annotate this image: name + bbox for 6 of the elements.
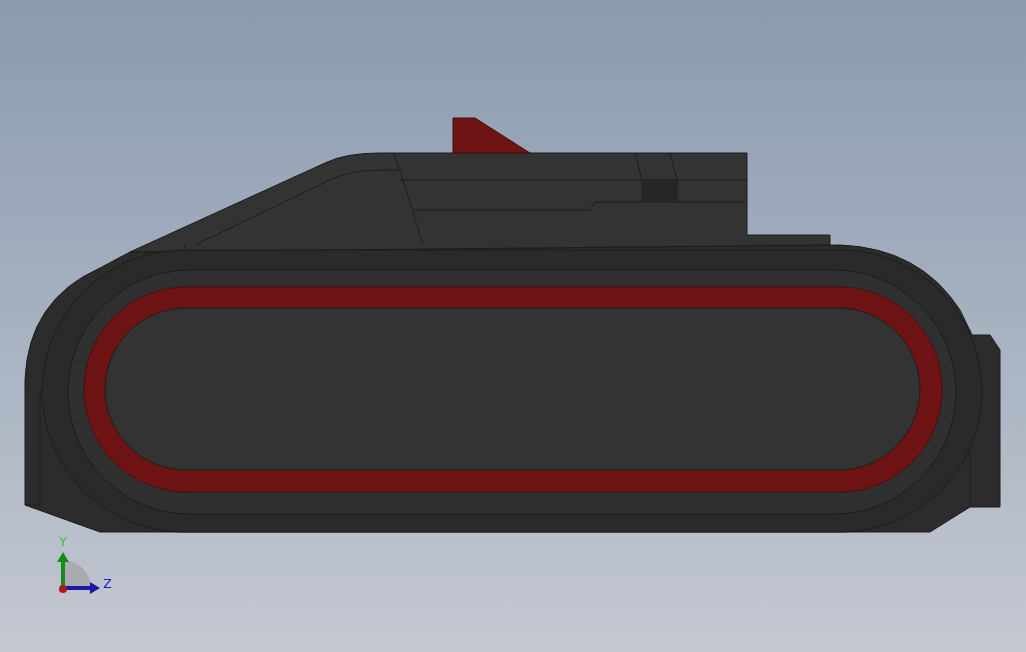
origin-dot-icon bbox=[59, 585, 67, 593]
y-axis-arrow bbox=[57, 552, 69, 588]
y-axis-label: Y bbox=[59, 534, 67, 549]
triad-quadrant-icon bbox=[63, 560, 91, 588]
z-axis-arrow bbox=[63, 582, 100, 594]
z-axis-label: Z bbox=[103, 576, 112, 591]
